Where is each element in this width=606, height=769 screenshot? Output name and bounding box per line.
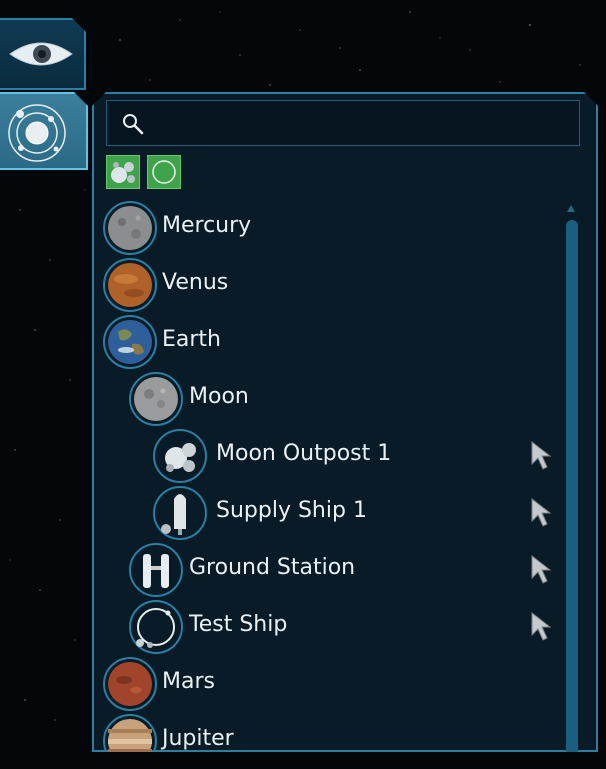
ship-icon — [153, 486, 207, 540]
list-item-moon-outpost-1[interactable]: Moon Outpost 1 — [94, 428, 564, 484]
list-item-earth[interactable]: Earth — [94, 314, 564, 370]
eye-icon — [9, 42, 73, 66]
scrollbar[interactable] — [566, 220, 578, 752]
list-item-mars[interactable]: Mars — [94, 656, 564, 712]
test-ship-icon — [129, 600, 183, 654]
venus-icon — [103, 258, 157, 312]
earth-icon — [103, 315, 157, 369]
list-item-mercury[interactable]: Mercury — [94, 200, 564, 256]
select-cursor-icon[interactable] — [529, 440, 553, 472]
list-item-jupiter[interactable]: Jupiter — [94, 713, 564, 752]
tab-visibility[interactable] — [0, 18, 86, 90]
station-icon — [129, 543, 183, 597]
search-input[interactable] — [155, 109, 569, 139]
moon-icon — [129, 372, 183, 426]
solar-system-icon — [8, 104, 66, 162]
list-item-label: Jupiter — [162, 726, 234, 751]
mars-icon — [103, 657, 157, 711]
search-icon — [123, 114, 144, 135]
select-cursor-icon[interactable] — [529, 497, 553, 529]
list-item-label: Moon Outpost 1 — [216, 441, 392, 466]
list-item-label: Earth — [162, 327, 221, 352]
list-item-label: Venus — [162, 270, 229, 295]
list-item-label: Mercury — [162, 213, 252, 238]
list-item-ground-station[interactable]: Ground Station — [94, 542, 564, 598]
list-item-label: Test Ship — [189, 612, 288, 637]
list-item-supply-ship-1[interactable]: Supply Ship 1 — [94, 485, 564, 541]
filter-orbits-button[interactable] — [147, 155, 181, 189]
list-item-moon[interactable]: Moon — [94, 371, 564, 427]
jupiter-icon — [103, 714, 157, 752]
tab-solar-system[interactable] — [0, 92, 88, 170]
orbit-circle-icon — [152, 160, 176, 184]
list-item-label: Moon — [189, 384, 249, 409]
mercury-icon — [103, 201, 157, 255]
object-browser-panel: Mercury Venus Earth Moon Moon Outpost 1 … — [92, 92, 598, 752]
scroll-up-arrow-icon[interactable] — [566, 204, 576, 214]
list-item-venus[interactable]: Venus — [94, 257, 564, 313]
list-item-label: Mars — [162, 669, 215, 694]
outpost-icon — [153, 429, 207, 483]
select-cursor-icon[interactable] — [529, 554, 553, 586]
search-box[interactable] — [106, 100, 580, 146]
list-item-label: Supply Ship 1 — [216, 498, 367, 523]
list-item-test-ship[interactable]: Test Ship — [94, 599, 564, 655]
celestial-bodies-icon — [111, 162, 135, 183]
list-item-label: Ground Station — [189, 555, 356, 580]
select-cursor-icon[interactable] — [529, 611, 553, 643]
filter-celestial-bodies-button[interactable] — [106, 155, 140, 189]
